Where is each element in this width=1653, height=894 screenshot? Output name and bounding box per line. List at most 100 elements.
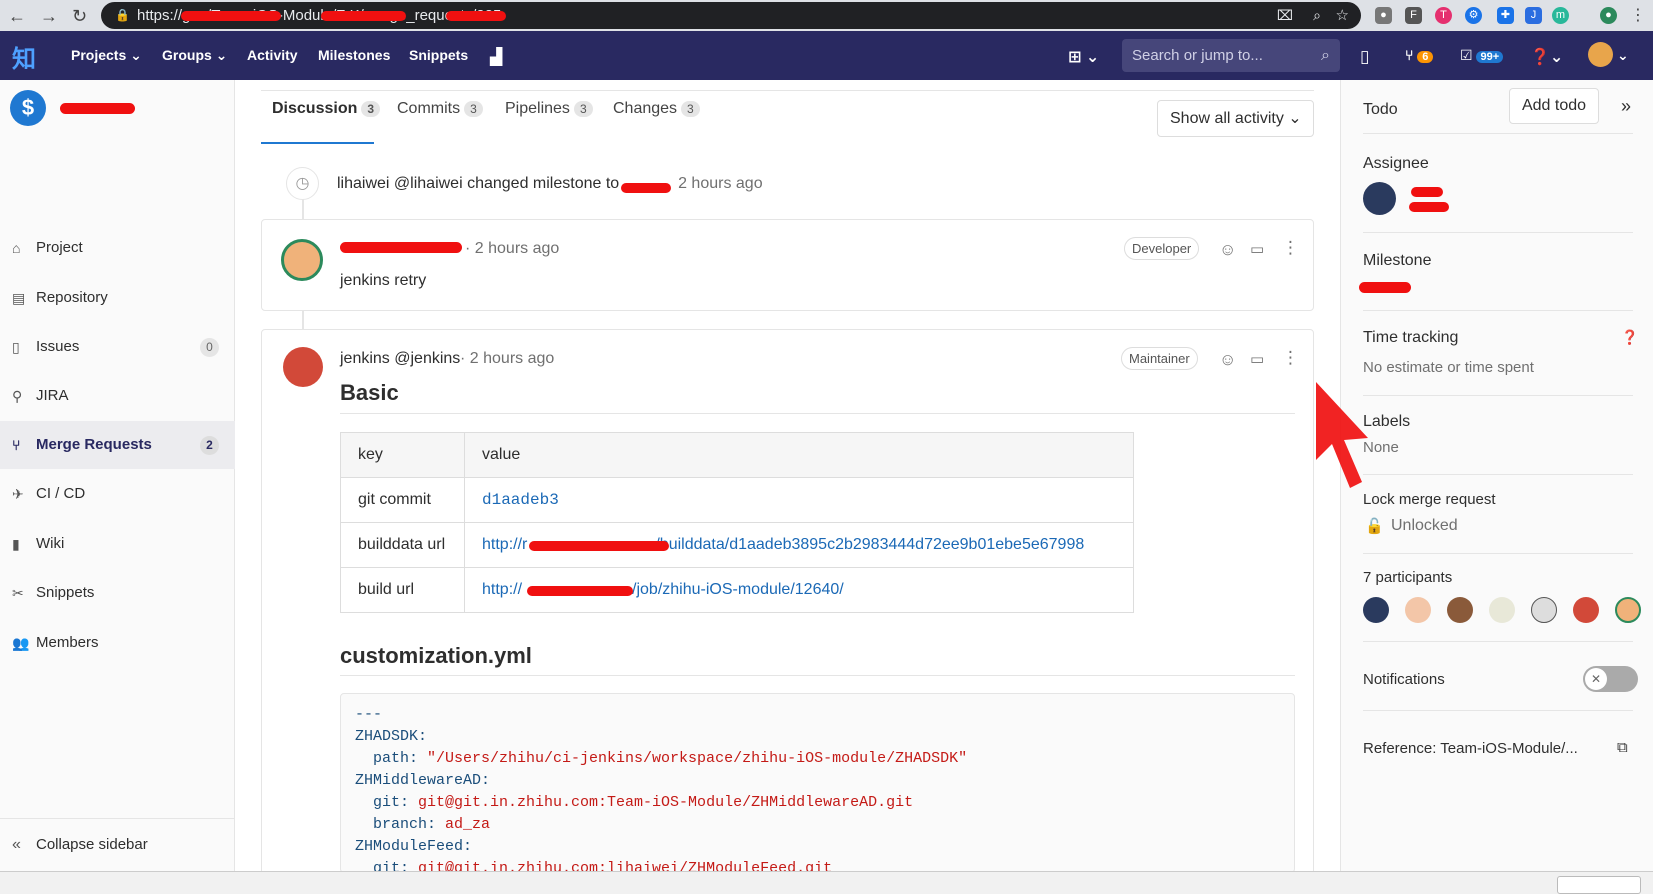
forward-icon[interactable]: → <box>40 6 58 27</box>
chart-icon[interactable]: ▟ <box>490 47 502 67</box>
participant-avatar[interactable] <box>1489 597 1515 623</box>
table-cell: builddata url <box>340 522 465 568</box>
section-heading: Basic <box>340 380 399 405</box>
sidebar-item-repository[interactable]: ▤ Repository <box>0 274 235 322</box>
divider <box>1363 641 1633 642</box>
address-bar[interactable]: 🔒 https://g m/Team-iOS-Module/Z K/merge_… <box>101 2 1361 29</box>
reload-icon[interactable]: ↻ <box>72 6 87 27</box>
merge-requests-count: 2 <box>200 436 219 455</box>
sidebar-toggle-icon[interactable]: ▯ <box>1360 47 1369 67</box>
table-header-cell: key <box>340 432 465 478</box>
zoom-icon[interactable]: ⌕ <box>1313 2 1321 29</box>
user-avatar[interactable] <box>1588 42 1613 67</box>
code-block: --- ZHADSDK: path: "/Users/zhihu/ci-jenk… <box>340 693 1295 873</box>
profile-icon[interactable]: ● <box>1600 7 1617 24</box>
plus-icon[interactable]: ⊞ ⌄ <box>1068 47 1099 67</box>
tab-changes[interactable]: Changes 3 <box>613 100 700 118</box>
reply-icon[interactable]: ▭ <box>1250 350 1264 368</box>
sidebar-item-issues[interactable]: ▯ Issues 0 <box>0 323 235 371</box>
users-icon: 👥 <box>12 635 30 651</box>
redaction <box>529 541 669 551</box>
nav-groups[interactable]: Groups ⌄ <box>162 47 227 64</box>
table-row: git commit d1aadeb3 <box>340 477 1134 523</box>
more-actions-icon[interactable]: ⋮ <box>1282 238 1299 258</box>
author-avatar[interactable] <box>281 239 323 281</box>
table-row: build url http:///job/zhihu-iOS-module/1… <box>340 567 1134 613</box>
jenkins-avatar[interactable] <box>283 347 323 387</box>
assignee-avatar[interactable] <box>1363 182 1396 215</box>
sidebar-item-project[interactable]: ⌂ Project <box>0 224 235 272</box>
sidebar-item-jira[interactable]: ⚲ JIRA <box>0 372 235 420</box>
puzzle-icon[interactable]: ✚ <box>1497 7 1514 24</box>
sidebar-item-merge-requests[interactable]: ⑂ Merge Requests 2 <box>0 421 235 469</box>
table-header-cell: value <box>464 432 1134 478</box>
participant-avatar[interactable] <box>1405 597 1431 623</box>
collapse-right-icon[interactable]: » <box>1621 96 1631 117</box>
extension-icon[interactable]: ⚙ <box>1465 7 1482 24</box>
participant-avatar[interactable] <box>1615 597 1641 623</box>
logo[interactable]: 知 <box>12 39 36 74</box>
nav-activity[interactable]: Activity <box>247 47 298 63</box>
sidebar-item-snippets[interactable]: ✂ Snippets <box>0 569 235 617</box>
search-input[interactable]: Search or jump to... ⌕ <box>1122 39 1340 72</box>
top-navbar: 知 Projects ⌄ Groups ⌄ Activity Milestone… <box>0 31 1653 80</box>
project-avatar[interactable]: $ <box>10 90 46 126</box>
nav-projects[interactable]: Projects ⌄ <box>71 47 142 64</box>
help-icon[interactable]: ❓⌄ <box>1530 47 1563 67</box>
participant-avatar[interactable] <box>1447 597 1473 623</box>
sidebar-item-cicd[interactable]: ✈ CI / CD <box>0 470 235 518</box>
emoji-icon[interactable]: ☺ <box>1219 350 1236 370</box>
lock-icon: 🔒 <box>115 8 130 22</box>
search-icon: ⌕ <box>1321 47 1330 64</box>
code-line: ZHMiddlewareAD: <box>355 772 491 789</box>
participant-avatar[interactable] <box>1531 597 1557 623</box>
clock-icon: ◷ <box>286 167 319 200</box>
notifications-toggle[interactable]: ✕ <box>1583 666 1638 692</box>
activity-filter-dropdown[interactable]: Show all activity ⌄ <box>1157 100 1314 137</box>
star-icon[interactable]: ☆ <box>1336 2 1349 29</box>
extension-icon[interactable]: T <box>1435 7 1452 24</box>
scissors-icon: ✂ <box>12 585 24 601</box>
extension-icon[interactable]: J <box>1525 7 1542 24</box>
help-icon[interactable]: ❓ <box>1621 329 1638 346</box>
translate-icon[interactable]: ⌧ <box>1277 2 1293 29</box>
redaction <box>1359 282 1411 293</box>
tab-pipelines[interactable]: Pipelines 3 <box>505 100 593 118</box>
todos-shortcut[interactable]: ☑ 99+ <box>1460 47 1504 64</box>
section-heading: customization.yml <box>340 643 532 668</box>
builddata-link[interactable]: http://r/builddata/d1aadeb3895c2b2983444… <box>464 522 1134 568</box>
back-icon[interactable]: ← <box>8 6 26 27</box>
sidebar-item-members[interactable]: 👥 Members <box>0 619 235 667</box>
sidebar-item-wiki[interactable]: ▮ Wiki <box>0 520 235 568</box>
extension-icon[interactable]: F <box>1405 7 1422 24</box>
note-author[interactable]: jenkins @jenkins <box>340 350 460 368</box>
tab-discussion[interactable]: Discussion 3 <box>272 100 381 118</box>
copy-icon[interactable]: ⧉ <box>1617 739 1628 756</box>
milestone-label: Milestone <box>1363 252 1432 269</box>
kebab-menu-icon[interactable]: ⋮ <box>1630 5 1646 25</box>
participant-avatar[interactable] <box>1363 597 1389 623</box>
extension-icon[interactable]: ● <box>1375 7 1392 24</box>
reply-icon[interactable]: ▭ <box>1250 240 1264 258</box>
table-row: builddata url http://r/builddata/d1aadeb… <box>340 522 1134 568</box>
add-todo-button[interactable]: Add todo <box>1509 88 1599 124</box>
extension-icon[interactable]: m <box>1552 7 1569 24</box>
divider <box>261 90 1314 91</box>
nav-milestones[interactable]: Milestones <box>318 47 390 63</box>
commit-link[interactable]: d1aadeb3 <box>482 491 559 509</box>
lock-value: Unlocked <box>1391 517 1458 534</box>
emoji-icon[interactable]: ☺ <box>1219 240 1236 260</box>
collapse-sidebar-button[interactable]: «Collapse sidebar <box>0 821 235 869</box>
more-actions-icon[interactable]: ⋮ <box>1282 348 1299 368</box>
download-bar <box>0 871 1653 894</box>
divider <box>0 818 234 819</box>
participant-avatar[interactable] <box>1573 597 1599 623</box>
nav-snippets[interactable]: Snippets <box>409 47 468 63</box>
build-url-link[interactable]: http:///job/zhihu-iOS-module/12640/ <box>464 567 1134 613</box>
merge-requests-shortcut[interactable]: ⑂ 6 <box>1405 47 1434 63</box>
chevron-down-icon[interactable]: ⌄ <box>1617 47 1629 64</box>
redaction <box>321 11 406 21</box>
search-placeholder: Search or jump to... <box>1132 47 1263 64</box>
tab-commits[interactable]: Commits 3 <box>397 100 483 118</box>
download-bar-button[interactable] <box>1557 876 1641 894</box>
